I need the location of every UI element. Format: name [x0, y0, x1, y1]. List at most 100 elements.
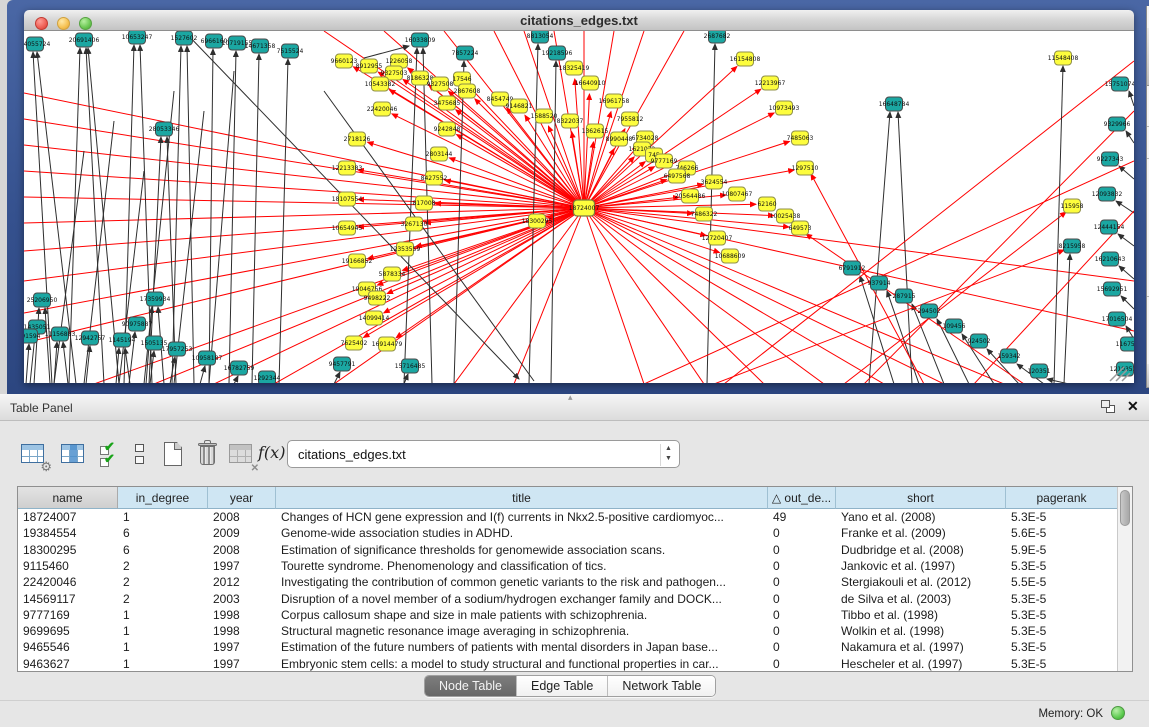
- graph-node[interactable]: 649573: [789, 221, 812, 235]
- graph-node[interactable]: 115958: [1061, 199, 1084, 213]
- table-cell[interactable]: 9777169: [18, 607, 118, 623]
- graph-node[interactable]: 2687682: [704, 31, 731, 43]
- graph-node[interactable]: 9660123: [331, 54, 358, 68]
- graph-node[interactable]: 10654945: [332, 221, 363, 235]
- graph-node[interactable]: 159342: [998, 349, 1021, 363]
- table-cell[interactable]: 5.3E-5: [1006, 591, 1118, 607]
- table-cell[interactable]: 9115460: [18, 558, 118, 574]
- table-cell[interactable]: Estimation of significance thresholds fo…: [276, 542, 768, 558]
- tab-node-table[interactable]: Node Table: [425, 676, 517, 696]
- table-cell[interactable]: 14569117: [18, 591, 118, 607]
- table-cell[interactable]: 0: [768, 639, 836, 655]
- graph-node[interactable]: 20691406: [69, 33, 100, 47]
- table-cell[interactable]: 5.3E-5: [1006, 656, 1118, 672]
- graph-node[interactable]: 937914: [868, 276, 891, 290]
- table-cell[interactable]: 1998: [208, 623, 276, 639]
- table-cell[interactable]: de Silva et al. (2003): [836, 591, 1006, 607]
- graph-node[interactable]: 2803144: [426, 147, 453, 161]
- table-cell[interactable]: 1: [118, 656, 208, 672]
- table-cell[interactable]: 9463627: [18, 656, 118, 672]
- table-row[interactable]: 969969511998Structural magnetic resonanc…: [18, 623, 1118, 639]
- graph-node[interactable]: 62160: [757, 197, 776, 211]
- table-cell[interactable]: 5.3E-5: [1006, 623, 1118, 639]
- graph-node[interactable]: 12093832: [1092, 187, 1123, 201]
- graph-node[interactable]: 19166852: [342, 254, 373, 268]
- graph-node[interactable]: 15751074: [1105, 77, 1134, 91]
- graph-node[interactable]: 1167533: [1116, 337, 1134, 351]
- table-cell[interactable]: Estimation of the future numbers of pati…: [276, 639, 768, 655]
- delete-column-button[interactable]: [192, 439, 224, 471]
- table-cell[interactable]: 2003: [208, 591, 276, 607]
- graph-node[interactable]: 12213383: [332, 161, 363, 175]
- graph-node[interactable]: 120351: [1028, 364, 1051, 378]
- memory-status-indicator[interactable]: [1111, 706, 1125, 720]
- graph-node[interactable]: 15716485: [395, 359, 426, 373]
- table-cell[interactable]: Hescheler et al. (1997): [836, 656, 1006, 672]
- float-panel-icon[interactable]: [1101, 400, 1116, 414]
- graph-node[interactable]: 7486322: [691, 207, 718, 221]
- graph-node[interactable]: 17016504: [1102, 312, 1133, 326]
- table-cell[interactable]: Nakamura et al. (1997): [836, 639, 1006, 655]
- graph-node[interactable]: 16154808: [730, 52, 761, 66]
- table-cell[interactable]: 5.3E-5: [1006, 639, 1118, 655]
- table-cell[interactable]: 2012: [208, 574, 276, 590]
- table-cell[interactable]: Wolkin et al. (1998): [836, 623, 1006, 639]
- graph-node[interactable]: 16640910: [575, 76, 606, 90]
- graph-node[interactable]: 1527602: [171, 31, 198, 45]
- table-row[interactable]: 1938455462009Genome-wide association stu…: [18, 525, 1118, 541]
- graph-node[interactable]: 16648784: [879, 97, 910, 111]
- table-cell[interactable]: 2: [118, 558, 208, 574]
- table-cell[interactable]: 2008: [208, 509, 276, 525]
- graph-node[interactable]: 7857224: [452, 46, 479, 60]
- graph-node[interactable]: 19218596: [542, 46, 573, 60]
- table-cell[interactable]: 1: [118, 509, 208, 525]
- network-window-titlebar[interactable]: citations_edges.txt: [24, 10, 1134, 31]
- table-cell[interactable]: Franke et al. (2009): [836, 525, 1006, 541]
- table-row[interactable]: 911546021997Tourette syndrome. Phenomeno…: [18, 558, 1118, 574]
- table-cell[interactable]: 0: [768, 558, 836, 574]
- table-cell[interactable]: 5.6E-5: [1006, 525, 1118, 541]
- graph-node[interactable]: 15692951: [1097, 282, 1128, 296]
- graph-node[interactable]: 9227343: [1097, 152, 1124, 166]
- new-column-button[interactable]: [158, 439, 190, 471]
- show-column-button[interactable]: [58, 439, 90, 471]
- table-cell[interactable]: 1998: [208, 607, 276, 623]
- table-cell[interactable]: 22420046: [18, 574, 118, 590]
- table-cell[interactable]: Yano et al. (2008): [836, 509, 1006, 525]
- graph-node[interactable]: 5878334: [379, 267, 406, 281]
- graph-node[interactable]: 8990448: [606, 132, 633, 146]
- table-cell[interactable]: 2008: [208, 542, 276, 558]
- table-cell[interactable]: Stergiakouli et al. (2012): [836, 574, 1006, 590]
- table-cell[interactable]: 18724007: [18, 509, 118, 525]
- table-cell[interactable]: Corpus callosum shape and size in male p…: [276, 607, 768, 623]
- table-cell[interactable]: 2009: [208, 525, 276, 541]
- tab-edge-table[interactable]: Edge Table: [517, 676, 608, 696]
- splitter-handle-icon[interactable]: ▴: [568, 392, 573, 403]
- graph-node[interactable]: 10688609: [715, 249, 746, 263]
- graph-node[interactable]: 17359934: [140, 292, 171, 306]
- graph-node[interactable]: 8813054: [527, 31, 554, 43]
- graph-node[interactable]: 924502: [968, 334, 991, 348]
- network-file-select[interactable]: citations_edges.txt ▲▼: [287, 440, 680, 468]
- table-row[interactable]: 1456911722003Disruption of a novel membe…: [18, 591, 1118, 607]
- table-row[interactable]: 977716911998Corpus callosum shape and si…: [18, 607, 1118, 623]
- table-cell[interactable]: Changes of HCN gene expression and I(f) …: [276, 509, 768, 525]
- table-row[interactable]: 946362711997Embryonic stem cells: a mode…: [18, 656, 1118, 672]
- graph-node[interactable]: 18325419: [559, 61, 590, 75]
- graph-node[interactable]: 8322037: [557, 114, 584, 128]
- table-cell[interactable]: 5.9E-5: [1006, 542, 1118, 558]
- graph-node[interactable]: 7955812: [617, 112, 644, 126]
- graph-node[interactable]: 7515524: [277, 44, 304, 58]
- table-row[interactable]: 1830029562008Estimation of significance …: [18, 542, 1118, 558]
- column-header-name[interactable]: name: [18, 487, 118, 509]
- table-cell[interactable]: 0: [768, 542, 836, 558]
- table-cell[interactable]: 1: [118, 639, 208, 655]
- table-row[interactable]: 2242004622012Investigating the contribut…: [18, 574, 1118, 590]
- table-cell[interactable]: 5.3E-5: [1006, 607, 1118, 623]
- table-row[interactable]: 1872400712008Changes of HCN gene express…: [18, 509, 1118, 525]
- table-cell[interactable]: Dudbridge et al. (2008): [836, 542, 1006, 558]
- graph-node[interactable]: 12720407: [702, 231, 733, 245]
- table-cell[interactable]: Disruption of a novel member of a sodium…: [276, 591, 768, 607]
- table-cell[interactable]: 1997: [208, 639, 276, 655]
- graph-node[interactable]: 10958187: [192, 351, 223, 365]
